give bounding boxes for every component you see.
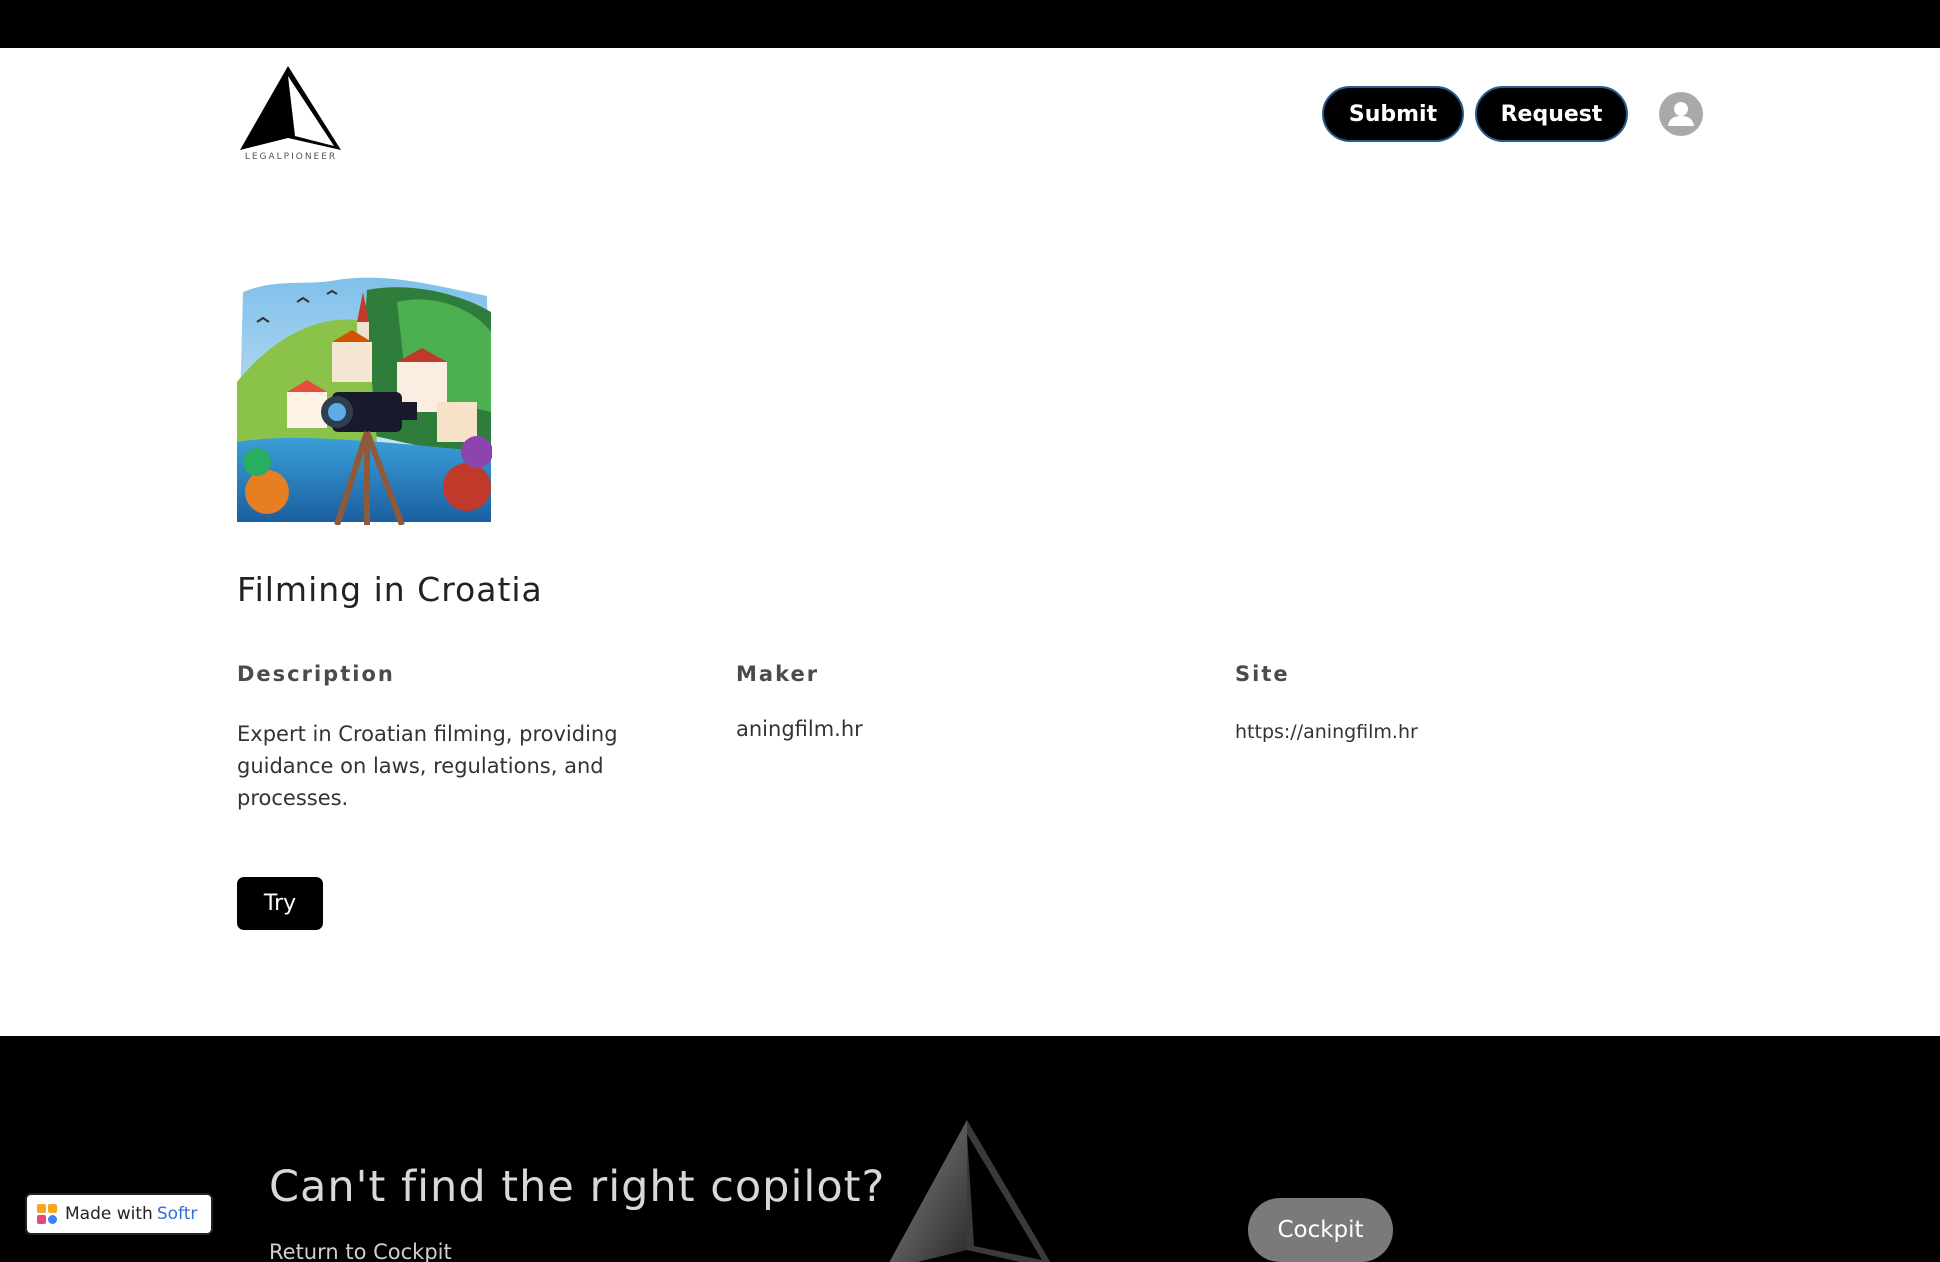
softr-logo-icon <box>37 1204 57 1224</box>
logo-icon <box>240 66 341 150</box>
made-with-text: Made with <box>65 1204 153 1224</box>
maker-text: aningfilm.hr <box>736 717 863 741</box>
footer-heading: Can't find the right copilot? <box>269 1162 886 1212</box>
page-title: Filming in Croatia <box>237 570 543 609</box>
logo-text: LEGALPIONEER <box>244 152 338 162</box>
user-avatar-icon <box>1668 102 1694 126</box>
footer-logo-icon <box>889 1120 1051 1262</box>
user-avatar[interactable] <box>1659 92 1703 136</box>
cockpit-button[interactable]: Cockpit <box>1248 1198 1393 1262</box>
made-with-softr-badge[interactable]: Made with Softr <box>25 1193 213 1235</box>
site-link[interactable]: https://aningfilm.hr <box>1235 716 1418 748</box>
copilot-illustration <box>237 272 493 527</box>
description-text: Expert in Croatian filming, providing gu… <box>237 722 618 810</box>
submit-button[interactable]: Submit <box>1322 86 1464 142</box>
try-button[interactable]: Try <box>237 877 323 930</box>
description-label: Description <box>237 662 395 686</box>
request-button[interactable]: Request <box>1475 86 1628 142</box>
softr-brand-text: Softr <box>156 1204 198 1224</box>
return-to-cockpit-link[interactable]: Return to Cockpit <box>269 1240 452 1262</box>
top-black-bar <box>0 0 1940 48</box>
footer: Can't find the right copilot? Return to … <box>0 1036 1940 1262</box>
maker-label: Maker <box>736 662 820 686</box>
legalpioneer-logo[interactable]: LEGALPIONEER <box>238 64 344 164</box>
site-label: Site <box>1235 662 1290 686</box>
